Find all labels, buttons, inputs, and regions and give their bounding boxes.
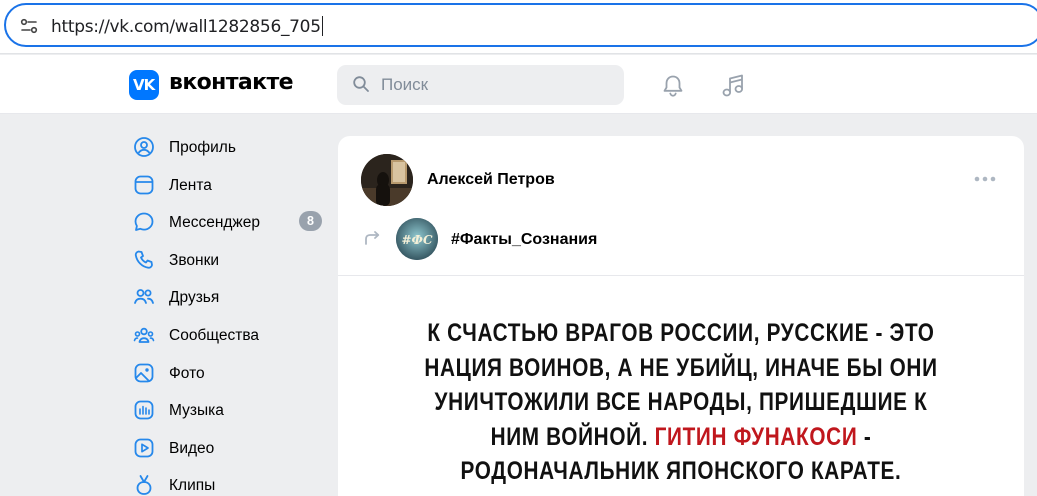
phone-icon (134, 250, 153, 269)
quote-author-highlight: ГИТИН ФУНАКОСИ (654, 422, 858, 451)
sidebar-item-label: Фото (169, 364, 205, 382)
quote-text: К СЧАСТЬЮ ВРАГОВ РОССИИ, РУССКИЕ - ЭТО Н… (411, 316, 951, 489)
source-avatar-image: #ФС (396, 218, 438, 260)
sidebar-item-messenger[interactable]: Мессенджер 8 (126, 203, 326, 241)
url-text[interactable]: https://vk.com/wall1282856_705 (51, 16, 323, 37)
browser-address-bar: https://vk.com/wall1282856_705 (0, 0, 1037, 54)
wall-post: Алексей Петров #ФС #Факты_Сознания К СЧА… (338, 136, 1024, 496)
clips-icon (136, 475, 152, 496)
sidebar-item-photos[interactable]: Фото (126, 354, 326, 392)
source-community-avatar[interactable]: #ФС (396, 218, 438, 260)
sidebar-item-label: Друзья (169, 289, 220, 307)
site-header: VK вконтакте (0, 55, 1037, 114)
sidebar-item-label: Лента (169, 176, 212, 194)
sidebar-item-profile[interactable]: Профиль (126, 128, 326, 166)
sidebar-item-video[interactable]: Видео (126, 429, 326, 467)
post-image[interactable]: К СЧАСТЬЮ ВРАГОВ РОССИИ, РУССКИЕ - ЭТО Н… (338, 275, 1024, 496)
source-community-name[interactable]: #Факты_Сознания (451, 231, 597, 249)
more-options-icon[interactable] (972, 171, 998, 187)
repost-arrow-icon (365, 231, 380, 245)
sidebar-item-label: Звонки (169, 251, 220, 269)
author-name[interactable]: Алексей Петров (427, 171, 555, 189)
sidebar-item-clips[interactable]: Клипы (126, 466, 326, 496)
sidebar-item-music[interactable]: Музыка (126, 391, 326, 429)
author-avatar[interactable] (361, 154, 413, 206)
sidebar-item-feed[interactable]: Лента (126, 166, 326, 204)
friends-icon (134, 289, 154, 305)
vk-logo-icon[interactable]: VK (129, 70, 159, 100)
profile-icon (134, 137, 154, 157)
search-input[interactable] (381, 75, 611, 95)
sidebar-item-label: Сообщества (169, 326, 260, 344)
sidebar-item-friends[interactable]: Друзья (126, 278, 326, 316)
music-icon (134, 400, 154, 420)
music-player-icon[interactable] (719, 72, 747, 100)
brand-name[interactable]: вконтакте (169, 70, 294, 95)
sidebar-item-label: Профиль (169, 139, 236, 156)
text-caret (321, 16, 323, 36)
author-avatar-image (361, 154, 413, 206)
sidebar-item-communities[interactable]: Сообщества (126, 316, 326, 354)
left-sidebar: Профиль Лента Мессенджер 8 Звонки Друзья (126, 128, 326, 496)
sidebar-item-label: Музыка (169, 402, 224, 420)
sidebar-item-label: Клипы (169, 477, 216, 495)
video-icon (134, 438, 154, 458)
sidebar-item-label: Мессенджер (169, 214, 261, 232)
notifications-bell-icon[interactable] (660, 73, 686, 99)
svg-text:#ФС: #ФС (402, 233, 433, 247)
site-info-icon[interactable] (19, 16, 39, 36)
communities-icon (133, 327, 155, 343)
search-icon (353, 76, 369, 92)
sidebar-item-label: Видео (169, 439, 215, 457)
sidebar-item-calls[interactable]: Звонки (126, 241, 326, 279)
photo-icon (134, 363, 154, 382)
unread-count-badge: 8 (299, 211, 322, 232)
feed-icon (134, 175, 154, 194)
url-field[interactable]: https://vk.com/wall1282856_705 (4, 3, 1037, 47)
messenger-icon (134, 212, 154, 232)
